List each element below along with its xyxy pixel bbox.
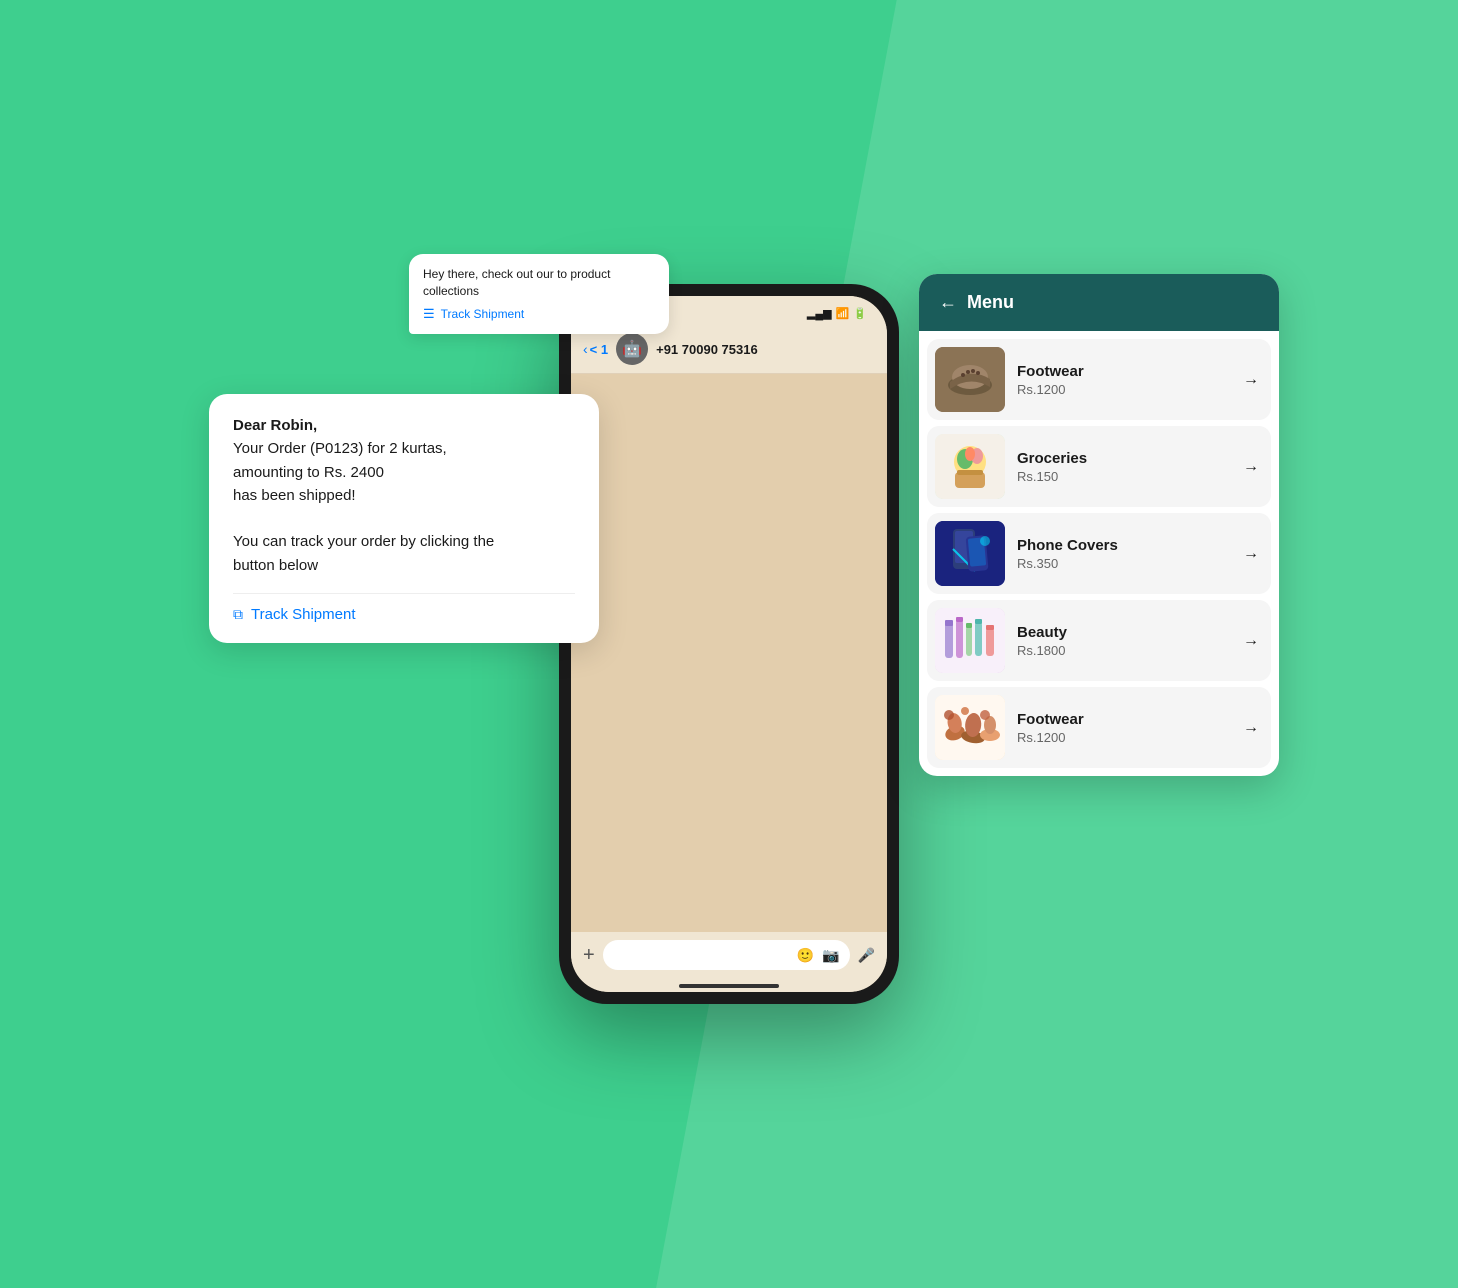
bot-icon: 🤖 <box>622 339 642 359</box>
home-indicator <box>571 978 887 992</box>
phone-covers-image <box>935 521 1005 586</box>
chat-area <box>571 374 887 932</box>
track-link-label-1: Track Shipment <box>441 307 525 321</box>
phone-covers-price: Rs.350 <box>1017 556 1231 571</box>
footwear2-arrow-icon: → <box>1243 719 1263 737</box>
phone-device: 1:33 ▂▄▆ 📶 🔋 ‹ < 1 🤖 <box>559 284 899 1004</box>
beauty-info: Beauty Rs.1800 <box>1017 624 1231 658</box>
phone-covers-info: Phone Covers Rs.350 <box>1017 537 1231 571</box>
menu-item[interactable]: Footwear Rs.1200 → <box>927 687 1271 768</box>
footwear2-price: Rs.1200 <box>1017 730 1231 745</box>
sticker-icon[interactable]: 🙂 <box>797 947 814 964</box>
chat-background-pattern <box>571 374 887 932</box>
groceries-price: Rs.150 <box>1017 469 1231 484</box>
beauty-image <box>935 608 1005 673</box>
footwear2-info: Footwear Rs.1200 <box>1017 711 1231 745</box>
greeting: Dear Robin, <box>233 417 317 434</box>
menu-item[interactable]: Phone Covers Rs.350 → <box>927 513 1271 594</box>
phone-screen: 1:33 ▂▄▆ 📶 🔋 ‹ < 1 🤖 <box>571 296 887 992</box>
beauty-price: Rs.1800 <box>1017 643 1231 658</box>
order-line-7: button below <box>233 557 318 574</box>
wifi-icon: 📶 <box>836 307 850 320</box>
status-icons: ▂▄▆ 📶 🔋 <box>807 307 867 320</box>
order-message: Dear Robin, Your Order (P0123) for 2 kur… <box>233 414 575 577</box>
back-chevron: ‹ <box>583 341 588 357</box>
beauty-arrow-icon: → <box>1243 632 1263 650</box>
message-input[interactable]: 🙂 📷 <box>603 940 850 970</box>
track-link-label-2: Track Shipment <box>251 606 355 623</box>
track-shipment-link-1[interactable]: ☰ Track Shipment <box>423 306 655 322</box>
phone-covers-arrow-icon: → <box>1243 545 1263 563</box>
back-button[interactable]: ‹ < 1 <box>583 341 608 357</box>
footwear-image <box>935 347 1005 412</box>
scene: 1:33 ▂▄▆ 📶 🔋 ‹ < 1 🤖 <box>379 194 1079 1094</box>
menu-panel: ← Menu <box>919 274 1279 776</box>
footwear2-name: Footwear <box>1017 711 1231 728</box>
background: 1:33 ▂▄▆ 📶 🔋 ‹ < 1 🤖 <box>0 0 1458 1288</box>
bubble-top-text: Hey there, check out our to product coll… <box>423 266 655 300</box>
track-shipment-link-2[interactable]: ⧉ Track Shipment <box>233 593 575 623</box>
order-line-2: Your Order (P0123) for 2 kurtas, <box>233 440 447 457</box>
groceries-arrow-icon: → <box>1243 458 1263 476</box>
menu-item[interactable]: Footwear Rs.1200 → <box>927 339 1271 420</box>
chat-avatar: 🤖 <box>616 333 648 365</box>
chat-bubble-left: Dear Robin, Your Order (P0123) for 2 kur… <box>209 394 599 643</box>
list-icon: ☰ <box>423 306 435 322</box>
input-action-icons: 🙂 📷 <box>797 947 840 964</box>
menu-item[interactable]: Groceries Rs.150 → <box>927 426 1271 507</box>
footwear-info: Footwear Rs.1200 <box>1017 363 1231 397</box>
order-line-6: You can track your order by clicking the <box>233 533 494 550</box>
footwear-name: Footwear <box>1017 363 1231 380</box>
footwear-arrow-icon: → <box>1243 371 1263 389</box>
contact-name: +91 70090 75316 <box>656 342 758 357</box>
signal-icon: ▂▄▆ <box>807 307 832 320</box>
chat-bubble-top: Hey there, check out our to product coll… <box>409 254 669 334</box>
menu-item[interactable]: Beauty Rs.1800 → <box>927 600 1271 681</box>
battery-icon: 🔋 <box>853 307 867 320</box>
add-attachment-button[interactable]: + <box>583 944 595 967</box>
menu-back-arrow[interactable]: ← <box>939 292 957 313</box>
beauty-name: Beauty <box>1017 624 1231 641</box>
groceries-image <box>935 434 1005 499</box>
order-line-4: has been shipped! <box>233 487 356 504</box>
phone-covers-name: Phone Covers <box>1017 537 1231 554</box>
menu-items-list: Footwear Rs.1200 → <box>919 331 1279 776</box>
groceries-name: Groceries <box>1017 450 1231 467</box>
footwear-price: Rs.1200 <box>1017 382 1231 397</box>
bubble-top-message: Hey there, check out our to product coll… <box>423 267 610 298</box>
order-line-3: amounting to Rs. 2400 <box>233 464 384 481</box>
groceries-info: Groceries Rs.150 <box>1017 450 1231 484</box>
camera-icon[interactable]: 📷 <box>822 947 839 964</box>
mic-button[interactable]: 🎤 <box>858 947 875 964</box>
external-link-icon: ⧉ <box>233 606 243 623</box>
home-bar <box>679 984 779 988</box>
menu-header: ← Menu <box>919 274 1279 331</box>
back-count: < 1 <box>590 342 608 357</box>
menu-title: Menu <box>967 292 1014 313</box>
footwear2-image <box>935 695 1005 760</box>
input-bar: + 🙂 📷 🎤 <box>571 932 887 978</box>
